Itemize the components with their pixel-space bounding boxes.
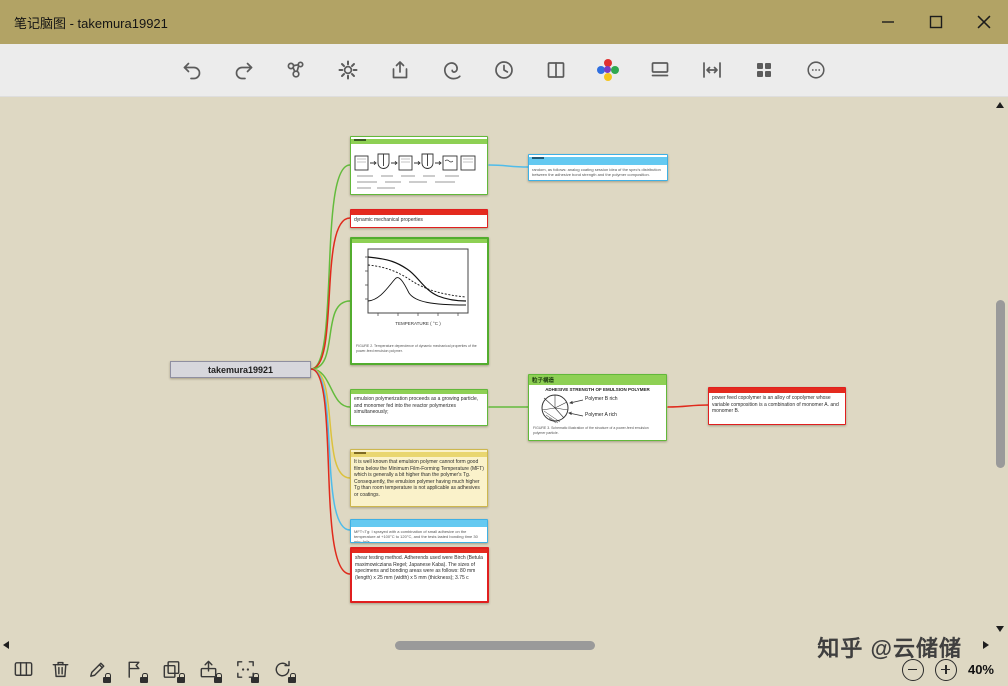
- flag-lock-button[interactable]: [121, 657, 147, 683]
- zoom-level: 40%: [968, 662, 994, 677]
- window-title: 笔记脑图 - takemura19921: [14, 13, 168, 32]
- lock-badge-icon: [251, 677, 259, 683]
- grid-view-icon: [752, 58, 776, 82]
- storyboard-button[interactable]: [10, 657, 36, 683]
- watermark: 知乎 @云储储: [817, 631, 962, 663]
- titlebar: 笔记脑图 - takemura19921: [0, 0, 1008, 44]
- maximize-icon: [924, 10, 948, 34]
- chart-x-label: TEMPERATURE ( °C ): [395, 321, 441, 326]
- export-icon: [388, 58, 412, 82]
- minimize-button[interactable]: [864, 0, 912, 44]
- palette-icon: [597, 59, 619, 81]
- scroll-left-arrow[interactable]: [3, 641, 9, 649]
- undo-button[interactable]: [176, 54, 208, 86]
- close-icon: [971, 9, 997, 35]
- chart-figure: TEMPERATURE ( °C ): [352, 243, 485, 339]
- grid-view-button[interactable]: [748, 54, 780, 86]
- settings-button[interactable]: [332, 54, 364, 86]
- slide-layout-button[interactable]: [644, 54, 676, 86]
- dynamic-text: dynamic mechanical properties: [351, 215, 487, 225]
- minus-icon: [908, 669, 917, 671]
- node-mft-note[interactable]: MFT<Tg: I sprayed with a combination of …: [350, 519, 488, 543]
- node-shear-method[interactable]: shear testing method. Adherends used wer…: [350, 547, 489, 603]
- maximize-button[interactable]: [912, 0, 960, 44]
- structure-tab-label: 粒子構造: [529, 376, 554, 384]
- node-particle-structure[interactable]: 粒子構造 ADHESIVE STRENGTH OF EMULSION POLYM…: [528, 374, 667, 441]
- node-header-bar: [529, 157, 667, 165]
- scroll-up-arrow[interactable]: [996, 102, 1004, 108]
- export-button[interactable]: [384, 54, 416, 86]
- node-header-bar: [351, 520, 487, 527]
- node-mft[interactable]: It is well known that emulsion polymer c…: [350, 449, 488, 507]
- vertical-scroll-thumb[interactable]: [996, 300, 1005, 468]
- node-chart-figure[interactable]: TEMPERATURE ( °C ) FIGURE 2. Temperature…: [350, 237, 489, 365]
- undo-icon: [180, 58, 204, 82]
- molecule-icon: [284, 58, 308, 82]
- lock-badge-icon: [140, 677, 148, 683]
- shell-button[interactable]: [436, 54, 468, 86]
- window-controls: [864, 0, 1008, 44]
- apparatus-diagram: [351, 144, 485, 194]
- structure-caption: FIGURE 3. Schematic illustration of the …: [529, 426, 666, 437]
- history-icon: [492, 58, 516, 82]
- mft-note-text: MFT<Tg: I sprayed with a combination of …: [351, 527, 487, 543]
- storyboard-icon: [12, 658, 35, 681]
- horizontal-scroll-thumb[interactable]: [395, 641, 595, 650]
- fit-width-button[interactable]: [696, 54, 728, 86]
- vertical-scrollbar[interactable]: [992, 97, 1008, 637]
- more-button[interactable]: [800, 54, 832, 86]
- app-window: 笔记脑图 - takemura19921: [0, 0, 1008, 686]
- emulsion-text: emulsion polymerization proceeds as a gr…: [351, 394, 487, 418]
- minimize-icon: [876, 10, 900, 34]
- share-lock-button[interactable]: [195, 657, 221, 683]
- lock-badge-icon: [103, 677, 111, 683]
- note-text: random, as follows: analog coating sessi…: [529, 165, 667, 179]
- sync-lock-button[interactable]: [269, 657, 295, 683]
- node-power-feed[interactable]: power feed copolymer is an alloy of copo…: [708, 387, 846, 425]
- slide-layout-icon: [648, 58, 672, 82]
- node-header-bar: 粒子構造: [529, 375, 666, 385]
- chart-caption: FIGURE 2. Temperature dependence of dyna…: [352, 344, 487, 355]
- node-dynamic-properties[interactable]: dynamic mechanical properties: [350, 209, 488, 228]
- fit-width-icon: [700, 58, 724, 82]
- toolbar: [0, 44, 1008, 97]
- close-button[interactable]: [960, 0, 1008, 44]
- lock-badge-icon: [177, 677, 185, 683]
- node-note-blue[interactable]: random, as follows: analog coating sessi…: [528, 154, 668, 181]
- node-apparatus-figure[interactable]: [350, 136, 488, 195]
- mindmap-canvas[interactable]: takemura19921: [0, 97, 992, 637]
- copy-lock-button[interactable]: [158, 657, 184, 683]
- connector-lines: [0, 97, 992, 637]
- lock-badge-icon: [288, 677, 296, 683]
- more-icon: [805, 59, 827, 81]
- powerfeed-text: power feed copolymer is an alloy of copo…: [709, 393, 845, 417]
- redo-button[interactable]: [228, 54, 260, 86]
- palette-button[interactable]: [592, 54, 624, 86]
- root-label: takemura19921: [208, 365, 273, 375]
- trash-icon: [49, 658, 72, 681]
- structure-figure: Polymer B rich Polymer A rich: [529, 392, 666, 426]
- rotate-3d-button[interactable]: [280, 54, 312, 86]
- mft-text: It is well known that emulsion polymer c…: [351, 457, 487, 500]
- split-view-button[interactable]: [540, 54, 572, 86]
- redo-icon: [232, 58, 256, 82]
- structure-title: ADHESIVE STRENGTH OF EMULSION POLYMER: [529, 385, 666, 392]
- root-node[interactable]: takemura19921: [170, 361, 311, 378]
- polymer-b-label: Polymer B rich: [585, 396, 618, 402]
- spiral-icon: [440, 58, 464, 82]
- scroll-down-arrow[interactable]: [996, 626, 1004, 632]
- scroll-right-arrow[interactable]: [983, 641, 989, 649]
- ocr-lock-button[interactable]: [232, 657, 258, 683]
- node-emulsion[interactable]: emulsion polymerization proceeds as a gr…: [350, 389, 488, 426]
- shear-text: shear testing method. Adherends used wer…: [352, 553, 487, 583]
- gear-icon: [336, 58, 360, 82]
- history-button[interactable]: [488, 54, 520, 86]
- polymer-a-label: Polymer A rich: [585, 412, 617, 418]
- trash-button[interactable]: [47, 657, 73, 683]
- split-view-icon: [544, 58, 568, 82]
- pen-lock-button[interactable]: [84, 657, 110, 683]
- lock-badge-icon: [214, 677, 222, 683]
